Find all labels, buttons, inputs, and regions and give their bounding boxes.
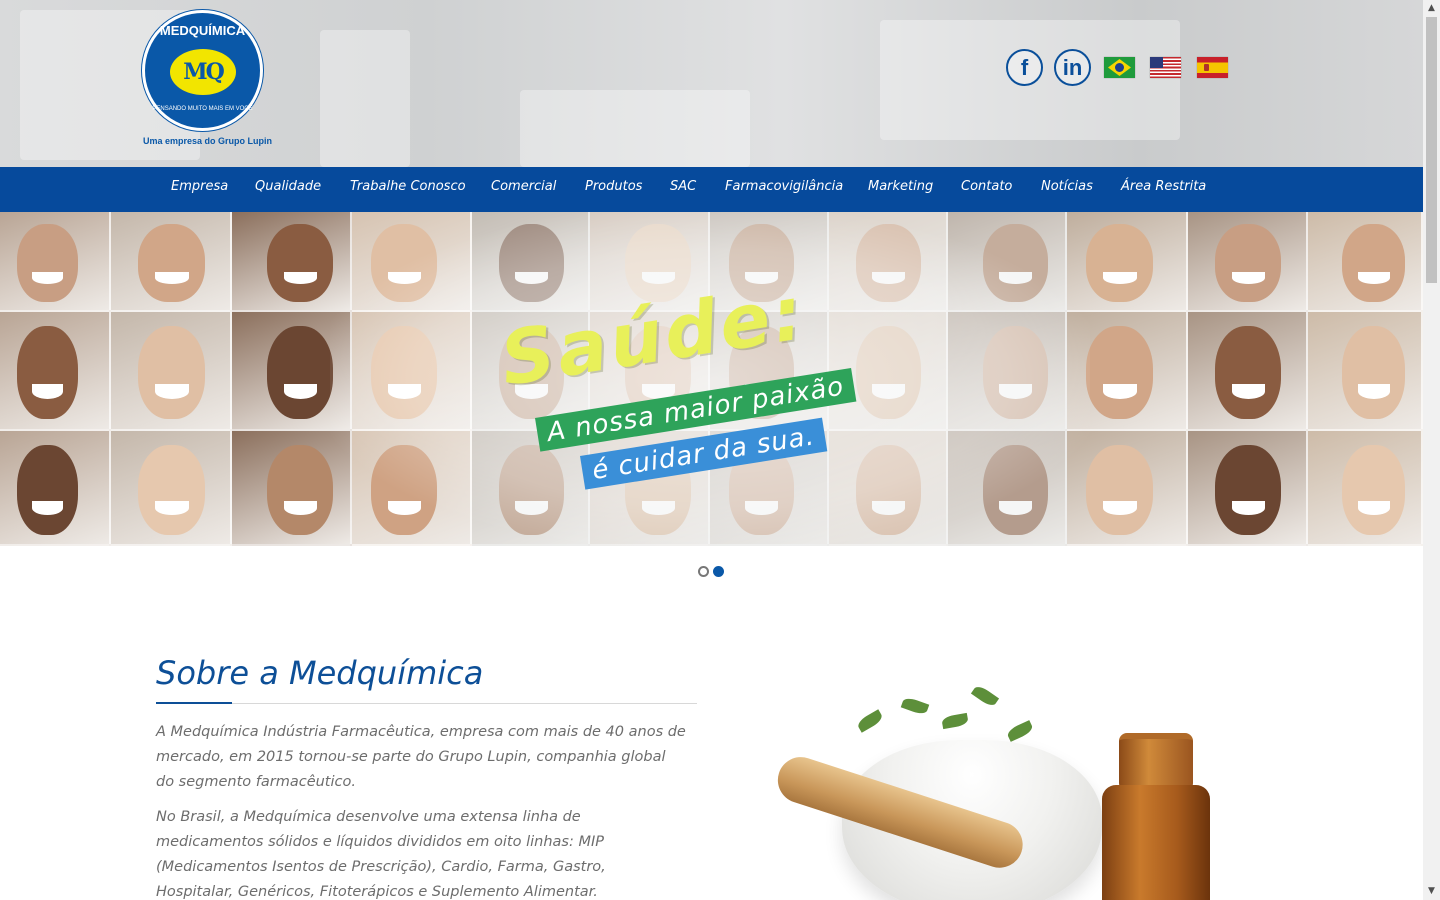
main-nav: Empresa Qualidade Trabalhe Conosco Comer… [0,167,1423,212]
smile [155,384,189,399]
hero-photo-tile [1188,212,1308,312]
hero-slider[interactable]: Saúde: A nossa maior paixão é cuidar da … [0,212,1423,546]
nav-item-farmacovigilancia[interactable]: Farmacovigilância [725,179,843,194]
herb-leaf [900,695,930,717]
flag-globe [1115,63,1124,72]
smile [284,501,317,515]
hero-photo-tile [1308,312,1423,431]
hero-photo-tile [1308,431,1423,546]
smile [1103,384,1137,399]
hero-photo-tile [111,431,232,546]
smile [284,384,317,399]
face [1342,326,1405,419]
hero-photo-tile [0,212,111,312]
about-divider-accent [156,702,232,704]
mortar-pestle-image [727,645,1267,900]
herb-leaf [970,683,1000,709]
face [267,326,333,419]
face [17,445,78,535]
face [1215,326,1281,419]
facebook-icon[interactable]: f [1006,49,1043,86]
nav-item-noticias[interactable]: Notícias [1041,179,1093,194]
scroll-down-arrow-icon[interactable]: ▼ [1423,883,1440,900]
face [1342,445,1405,535]
scroll-up-arrow-icon[interactable]: ▲ [1423,0,1440,17]
nav-item-comercial[interactable]: Comercial [491,179,556,194]
about-paragraph-2: No Brasil, a Medquímica desenvolve uma e… [156,809,606,900]
nav-item-qualidade[interactable]: Qualidade [255,179,321,194]
hero-photo-tile [111,212,232,312]
face [267,224,333,302]
face [1086,445,1153,535]
flag-canton [1150,57,1163,68]
linkedin-icon[interactable]: in [1054,49,1091,86]
smile [155,272,189,284]
about-divider [156,703,697,704]
bottle-neck [1119,733,1193,791]
face [1086,224,1153,302]
slider-dot-2-active[interactable] [713,566,724,577]
logo-slogan: PENSANDO MUITO MAIS EM VOCÊ [152,106,253,112]
amber-bottle [1102,785,1210,900]
about-title: Sobre a Medquímica [156,654,484,692]
smile [32,384,63,399]
nav-item-area-restrita[interactable]: Área Restrita [1121,179,1206,194]
page-scrollbar[interactable]: ▲ ▼ [1423,0,1440,900]
face [1215,445,1281,535]
spain-flag-icon[interactable] [1197,57,1228,78]
smile [1103,272,1137,284]
herb-leaf [1005,720,1035,742]
logo-monogram-badge: MQ [167,46,239,98]
slider-dot-1[interactable] [698,566,709,577]
hero-photo-tile [1188,431,1308,546]
face [138,326,205,419]
about-paragraph-1: A Medquímica Indústria Farmacêutica, emp… [156,724,686,790]
background-lab-photo [520,90,750,167]
logo-tagline: Uma empresa do Grupo Lupin [143,136,273,146]
face [1086,326,1153,419]
nav-item-trabalhe-conosco[interactable]: Trabalhe Conosco [350,179,466,194]
smile [155,501,189,515]
face [267,445,333,535]
hero-photo-tile [0,431,111,546]
logo-monogram: MQ [183,59,225,85]
smile [32,272,63,284]
usa-flag-icon[interactable] [1150,57,1181,78]
face [1215,224,1281,302]
hero-highlight [330,212,1090,546]
hero-photo-tile [1188,312,1308,431]
page: MEDQUÍMICA MQ PENSANDO MUITO MAIS EM VOC… [0,0,1423,900]
background-lab-photo [320,30,410,167]
nav-item-marketing[interactable]: Marketing [868,179,933,194]
site-header: MEDQUÍMICA MQ PENSANDO MUITO MAIS EM VOC… [0,0,1423,167]
smile [284,272,317,284]
face [17,326,78,419]
nav-item-contato[interactable]: Contato [961,179,1012,194]
scrollbar-thumb[interactable] [1426,17,1437,283]
smile [32,501,63,515]
hero-photo-tile [1308,212,1423,312]
smile [1232,501,1265,515]
smile [1358,384,1390,399]
smile [1103,501,1137,515]
smile [1232,272,1265,284]
smile [1358,501,1390,515]
nav-item-sac[interactable]: SAC [670,179,696,194]
nav-item-produtos[interactable]: Produtos [585,179,642,194]
face [17,224,78,302]
herb-leaf [855,709,885,733]
hero-photo-tile [0,312,111,431]
logo-brand-name: MEDQUÍMICA [159,23,246,38]
face [1342,224,1405,302]
face [138,445,205,535]
smile [1358,272,1390,284]
medquimica-logo[interactable]: MEDQUÍMICA MQ PENSANDO MUITO MAIS EM VOC… [142,10,263,131]
nav-item-empresa[interactable]: Empresa [171,179,228,194]
hero-photo-tile [111,312,232,431]
face [138,224,205,302]
herb-leaf [941,712,969,730]
smile [1232,384,1265,399]
flag-crest [1204,64,1209,71]
brazil-flag-icon[interactable] [1104,57,1135,78]
